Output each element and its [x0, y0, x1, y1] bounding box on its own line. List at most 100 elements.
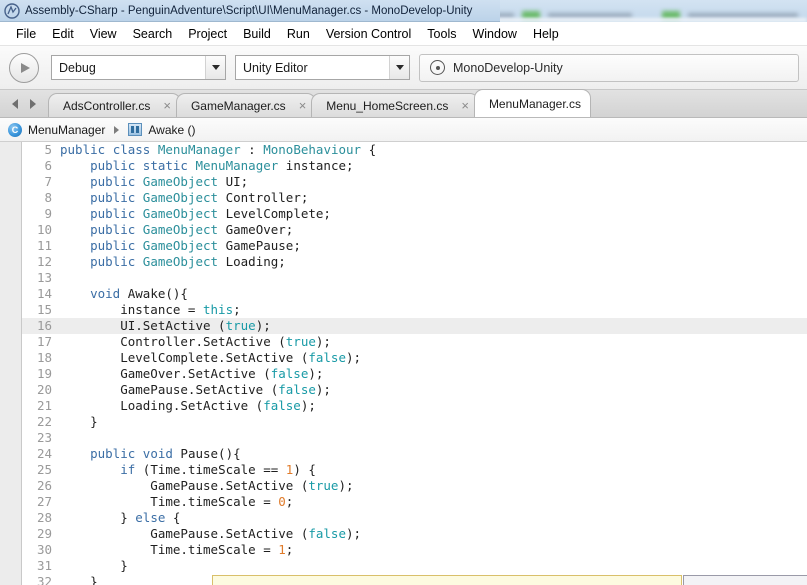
breadcrumb-member[interactable]: Awake ()	[128, 122, 196, 137]
code-line[interactable]: 8 public GameObject Controller;	[22, 190, 807, 206]
configuration-select[interactable]: Debug	[51, 55, 226, 80]
tab-label: MenuManager.cs	[488, 96, 581, 111]
code-text: GameOver.SetActive (false);	[60, 366, 324, 381]
code-line[interactable]: 16 UI.SetActive (true);	[22, 318, 807, 334]
menu-search[interactable]: Search	[125, 25, 181, 43]
code-lines[interactable]: 5 public class MenuManager : MonoBehaviou…	[22, 142, 807, 585]
code-line[interactable]: 15 instance = this;	[22, 302, 807, 318]
code-line[interactable]: 23	[22, 430, 807, 446]
code-text: public GameObject Loading;	[90, 254, 286, 269]
code-line[interactable]: 21 Loading.SetActive (false);	[22, 398, 807, 414]
run-button[interactable]	[9, 52, 39, 83]
tab-label: Menu_HomeScreen.cs	[326, 98, 449, 113]
code-line[interactable]: 24 public void Pause(){	[22, 446, 807, 462]
code-line[interactable]: 27 Time.timeScale = 0;	[22, 494, 807, 510]
close-icon[interactable]: ×	[163, 99, 171, 112]
line-number: 12	[36, 254, 52, 269]
code-text: instance = this;	[60, 302, 241, 317]
menu-help[interactable]: Help	[525, 25, 567, 43]
code-line[interactable]: 28 } else {	[22, 510, 807, 526]
menu-run[interactable]: Run	[279, 25, 318, 43]
play-icon	[21, 62, 30, 73]
tab-bar: AdsController.cs × GameManager.cs × Menu…	[0, 89, 807, 118]
line-number: 14	[36, 286, 52, 301]
menu-version-control[interactable]: Version Control	[318, 25, 419, 43]
tab-navigation	[0, 90, 48, 117]
previous-tab-arrow[interactable]	[6, 90, 24, 117]
menu-view[interactable]: View	[82, 25, 125, 43]
code-text: GamePause.SetActive (true);	[60, 478, 354, 493]
menu-build[interactable]: Build	[235, 25, 279, 43]
code-line[interactable]: 13	[22, 270, 807, 286]
code-line[interactable]: 26 GamePause.SetActive (true);	[22, 478, 807, 494]
code-line[interactable]: 18 LevelComplete.SetActive (false);	[22, 350, 807, 366]
code-line[interactable]: 5 public class MenuManager : MonoBehaviou…	[22, 142, 807, 158]
code-line[interactable]: 29 GamePause.SetActive (false);	[22, 526, 807, 542]
code-line[interactable]: 31 }	[22, 558, 807, 574]
code-line[interactable]: 12 public GameObject Loading;	[22, 254, 807, 270]
code-line[interactable]: 9 public GameObject LevelComplete;	[22, 206, 807, 222]
line-number: 23	[36, 430, 52, 445]
breadcrumb-member-label: Awake ()	[148, 122, 196, 137]
menu-edit[interactable]: Edit	[44, 25, 82, 43]
line-number: 6	[44, 158, 52, 173]
code-text: public static MenuManager instance;	[90, 158, 354, 173]
line-number: 18	[36, 350, 52, 365]
line-number: 7	[44, 174, 52, 189]
fold-margin[interactable]	[0, 142, 22, 585]
code-line[interactable]: 19 GameOver.SetActive (false);	[22, 366, 807, 382]
code-line[interactable]: 22 }	[22, 414, 807, 430]
code-text: GamePause.SetActive (false);	[60, 526, 362, 541]
menu-project[interactable]: Project	[180, 25, 235, 43]
side-popup	[683, 575, 807, 585]
code-line[interactable]: 17 Controller.SetActive (true);	[22, 334, 807, 350]
chevron-down-icon[interactable]	[205, 56, 225, 79]
code-text: void Awake(){	[90, 286, 188, 301]
status-pane-text: MonoDevelop-Unity	[453, 60, 563, 75]
tab-label: AdsController.cs	[63, 98, 151, 113]
line-number: 29	[36, 526, 52, 541]
chevron-down-icon[interactable]	[389, 56, 409, 79]
method-icon	[128, 123, 143, 136]
line-number: 32	[36, 574, 52, 585]
line-number: 8	[44, 190, 52, 205]
code-line[interactable]: 6 public static MenuManager instance;	[22, 158, 807, 174]
run-target-select[interactable]: Unity Editor	[235, 55, 410, 80]
code-text: UI.SetActive (true);	[60, 318, 271, 333]
code-line[interactable]: 30 Time.timeScale = 1;	[22, 542, 807, 558]
code-line[interactable]: 7 public GameObject UI;	[22, 174, 807, 190]
window-title: Assembly-CSharp - PenguinAdventure\Scrip…	[25, 4, 473, 17]
line-number: 13	[36, 270, 52, 285]
class-icon: C	[8, 122, 22, 137]
menu-tools[interactable]: Tools	[419, 25, 464, 43]
tab-menu-homescreen[interactable]: Menu_HomeScreen.cs ×	[311, 93, 479, 117]
menu-window[interactable]: Window	[464, 25, 524, 43]
line-number: 16	[36, 318, 52, 333]
chevron-right-icon	[114, 125, 120, 134]
configuration-value: Debug	[59, 60, 96, 75]
toolbar: Debug Unity Editor MonoDevelop-Unity	[0, 46, 807, 90]
tab-menumanager[interactable]: MenuManager.cs	[473, 89, 591, 117]
close-icon[interactable]: ×	[461, 99, 469, 112]
code-line[interactable]: 11 public GameObject GamePause;	[22, 238, 807, 254]
line-number: 5	[44, 142, 52, 157]
code-line[interactable]: 20 GamePause.SetActive (false);	[22, 382, 807, 398]
status-pane[interactable]: MonoDevelop-Unity	[419, 53, 799, 82]
line-number: 11	[36, 238, 52, 253]
menu-file[interactable]: File	[8, 25, 44, 43]
background-window[interactable]	[490, 0, 807, 22]
breadcrumb-class[interactable]: C MenuManager	[8, 122, 105, 137]
next-tab-arrow[interactable]	[24, 90, 42, 117]
code-text: } else {	[60, 510, 181, 525]
code-line[interactable]: 14 void Awake(){	[22, 286, 807, 302]
code-text: LevelComplete.SetActive (false);	[60, 350, 362, 365]
code-text: Controller.SetActive (true);	[60, 334, 331, 349]
code-editor[interactable]: 5 public class MenuManager : MonoBehaviou…	[0, 142, 807, 585]
tab-gamemanager[interactable]: GameManager.cs ×	[175, 93, 317, 117]
monodevelop-window: Assembly-CSharp - PenguinAdventure\Scrip…	[0, 0, 807, 585]
tab-adscontroller[interactable]: AdsController.cs ×	[48, 93, 181, 117]
code-line[interactable]: 10 public GameObject GameOver;	[22, 222, 807, 238]
code-line[interactable]: 25 if (Time.timeScale == 1) {	[22, 462, 807, 478]
line-number: 28	[36, 510, 52, 525]
close-icon[interactable]: ×	[299, 99, 307, 112]
